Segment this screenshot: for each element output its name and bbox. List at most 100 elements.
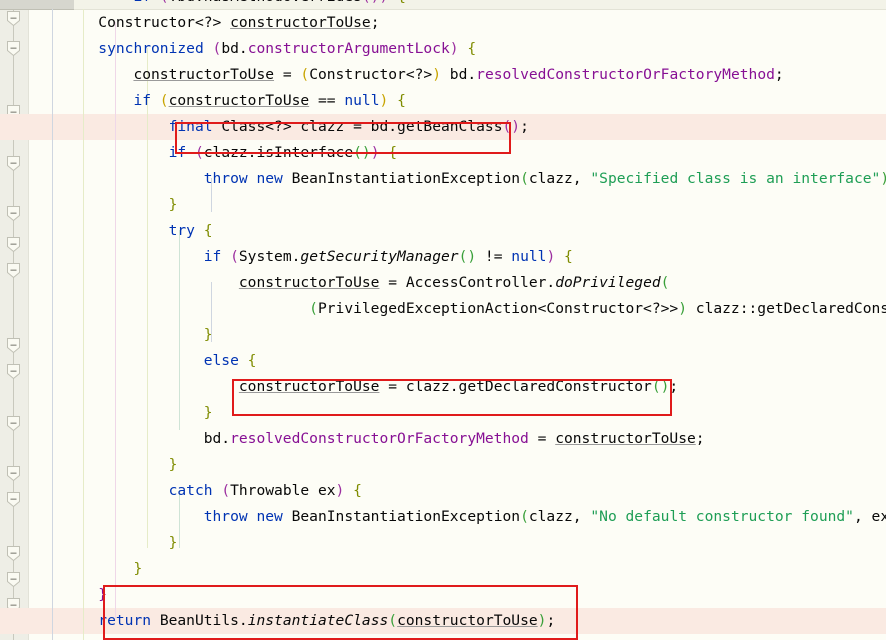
code-token: { xyxy=(379,144,398,161)
code-line[interactable]: bd.resolvedConstructorOrFactoryMethod = … xyxy=(28,426,886,452)
code-token: ; xyxy=(669,378,679,395)
code-line[interactable]: catch (Throwable ex) { xyxy=(28,478,886,504)
code-token: ) xyxy=(449,40,459,57)
code-token: BeanInstantiationException xyxy=(291,170,521,187)
code-line[interactable]: if (clazz.isInterface()) { xyxy=(28,140,886,166)
code-token: Constructor<?> xyxy=(309,66,433,83)
code-line[interactable]: else { xyxy=(28,348,886,374)
code-token: constructorToUse xyxy=(555,430,696,447)
code-line[interactable]: } xyxy=(28,452,886,478)
code-token: if xyxy=(133,92,160,109)
code-line[interactable]: } xyxy=(28,556,886,582)
fold-collapse-icon[interactable] xyxy=(5,337,22,354)
fold-collapse-icon[interactable] xyxy=(5,491,22,508)
code-token: PrivilegedExceptionAction<Constructor<?>… xyxy=(317,300,679,317)
code-token: ; xyxy=(370,14,380,31)
code-token: BeanInstantiationException xyxy=(291,508,521,525)
code-token: ( xyxy=(388,612,398,629)
code-line[interactable]: (PrivilegedExceptionAction<Constructor<?… xyxy=(28,296,886,322)
code-line[interactable]: constructorToUse = clazz.getDeclaredCons… xyxy=(28,374,886,400)
code-content[interactable]: if (!bd.hasMethodOverrides()) { Construc… xyxy=(28,0,886,640)
code-line[interactable]: throw new BeanInstantiationException(cla… xyxy=(28,504,886,530)
code-token: != xyxy=(476,248,512,265)
code-line[interactable]: Constructor<?> constructorToUse; xyxy=(28,10,886,36)
code-token: ) xyxy=(546,248,556,265)
code-editor[interactable]: if (!bd.hasMethodOverrides()) { Construc… xyxy=(0,0,886,640)
code-token: , ex xyxy=(853,508,886,525)
fold-collapse-icon[interactable] xyxy=(5,236,22,253)
code-token: { xyxy=(458,40,477,57)
fold-collapse-icon[interactable] xyxy=(5,465,22,482)
code-token: = clazz.getDeclaredConstructor xyxy=(379,378,652,395)
code-token: = xyxy=(528,430,556,447)
code-token: } xyxy=(203,326,213,343)
code-line[interactable]: } xyxy=(28,192,886,218)
fold-collapse-icon[interactable] xyxy=(5,205,22,222)
code-token: bd. xyxy=(221,40,248,57)
code-token: ) xyxy=(379,0,388,5)
code-token: } xyxy=(98,586,108,603)
editor-gutter[interactable] xyxy=(0,0,29,640)
code-token: clazz.isInterface xyxy=(203,144,354,161)
code-line[interactable]: synchronized (bd.constructorArgumentLock… xyxy=(28,36,886,62)
code-token: "Specified class is an interface" xyxy=(590,170,881,187)
code-token: ( xyxy=(309,300,318,317)
code-line[interactable]: return BeanUtils.instantiateClass(constr… xyxy=(28,608,886,634)
code-token: doPrivileged xyxy=(555,274,661,291)
fold-collapse-icon[interactable] xyxy=(5,545,22,562)
fold-collapse-icon[interactable] xyxy=(5,571,22,588)
code-token: return xyxy=(98,612,160,629)
code-token: ( xyxy=(300,66,310,83)
code-line[interactable]: constructorToUse = AccessController.doPr… xyxy=(28,270,886,296)
code-token: } xyxy=(168,456,178,473)
fold-collapse-icon[interactable] xyxy=(5,10,22,27)
code-line[interactable]: final Class<?> clazz = bd.getBeanClass()… xyxy=(28,114,886,140)
code-line[interactable]: } xyxy=(28,400,886,426)
code-token: synchronized xyxy=(98,40,213,57)
code-token: Constructor xyxy=(28,14,195,31)
fold-collapse-icon[interactable] xyxy=(5,262,22,279)
fold-collapse-icon[interactable] xyxy=(5,363,22,380)
code-token: ) xyxy=(432,66,441,83)
code-token: ( xyxy=(212,40,222,57)
code-token: constructorToUse xyxy=(238,274,380,291)
code-token: throw new xyxy=(203,508,292,525)
fold-collapse-icon[interactable] xyxy=(5,40,22,57)
code-token: ) xyxy=(880,170,886,187)
code-token: clazz = bd. xyxy=(291,118,398,135)
code-token: { xyxy=(388,0,406,5)
code-line[interactable]: if (System.getSecurityManager() != null)… xyxy=(28,244,886,270)
code-line[interactable]: } xyxy=(28,322,886,348)
code-token: () xyxy=(651,378,670,395)
code-token: <?> xyxy=(265,118,292,135)
code-token: ( xyxy=(160,0,169,5)
code-line[interactable]: try { xyxy=(28,218,886,244)
code-line[interactable]: throw new BeanInstantiationException(cla… xyxy=(28,166,886,192)
code-token: ; xyxy=(774,66,784,83)
code-line[interactable]: constructorToUse = (Constructor<?>) bd.r… xyxy=(28,62,886,88)
code-token: null xyxy=(344,92,380,109)
fold-collapse-icon[interactable] xyxy=(5,415,22,432)
code-line[interactable]: } xyxy=(28,530,886,556)
code-token: ( xyxy=(230,248,239,265)
code-token: if xyxy=(168,144,195,161)
fold-collapse-icon[interactable] xyxy=(5,155,22,172)
code-line[interactable]: } xyxy=(28,582,886,608)
code-token: } xyxy=(203,404,213,421)
code-line[interactable]: if (!bd.hasMethodOverrides()) { xyxy=(28,0,886,10)
code-line[interactable]: if (constructorToUse == null) { xyxy=(28,88,886,114)
code-token: null xyxy=(511,248,547,265)
